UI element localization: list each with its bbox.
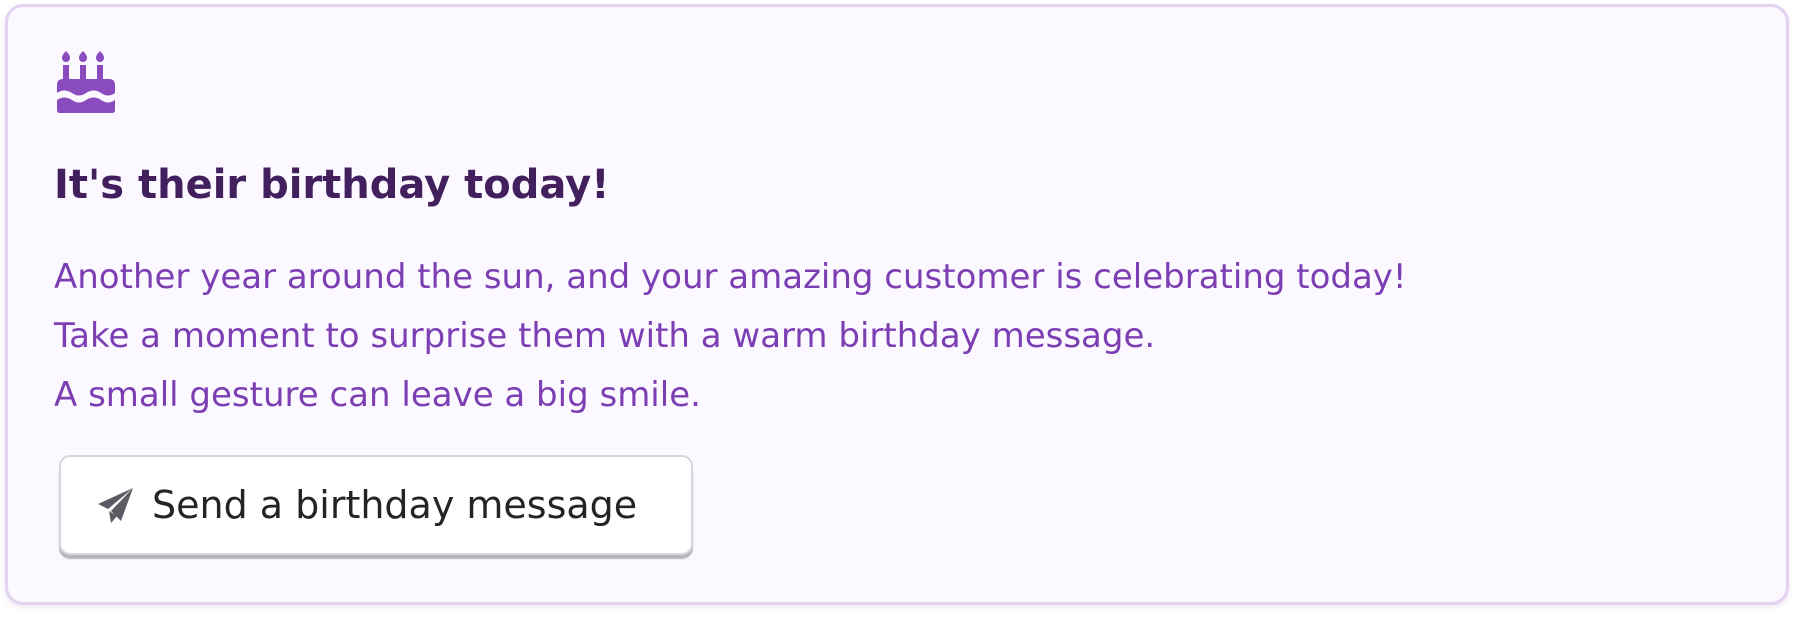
birthday-cake-icon: [57, 51, 115, 113]
body-line: Take a moment to surprise them with a wa…: [54, 316, 1156, 356]
card-body: Another year around the sun, and your am…: [54, 248, 1407, 425]
card-title: It's their birthday today!: [54, 162, 610, 208]
body-line: A small gesture can leave a big smile.: [54, 375, 701, 415]
body-line: Another year around the sun, and your am…: [54, 257, 1407, 297]
button-label: Send a birthday message: [152, 483, 638, 527]
birthday-card: It's their birthday today! Another year …: [5, 4, 1789, 605]
paper-plane-icon: [98, 487, 133, 523]
send-birthday-message-button[interactable]: Send a birthday message: [59, 455, 693, 555]
